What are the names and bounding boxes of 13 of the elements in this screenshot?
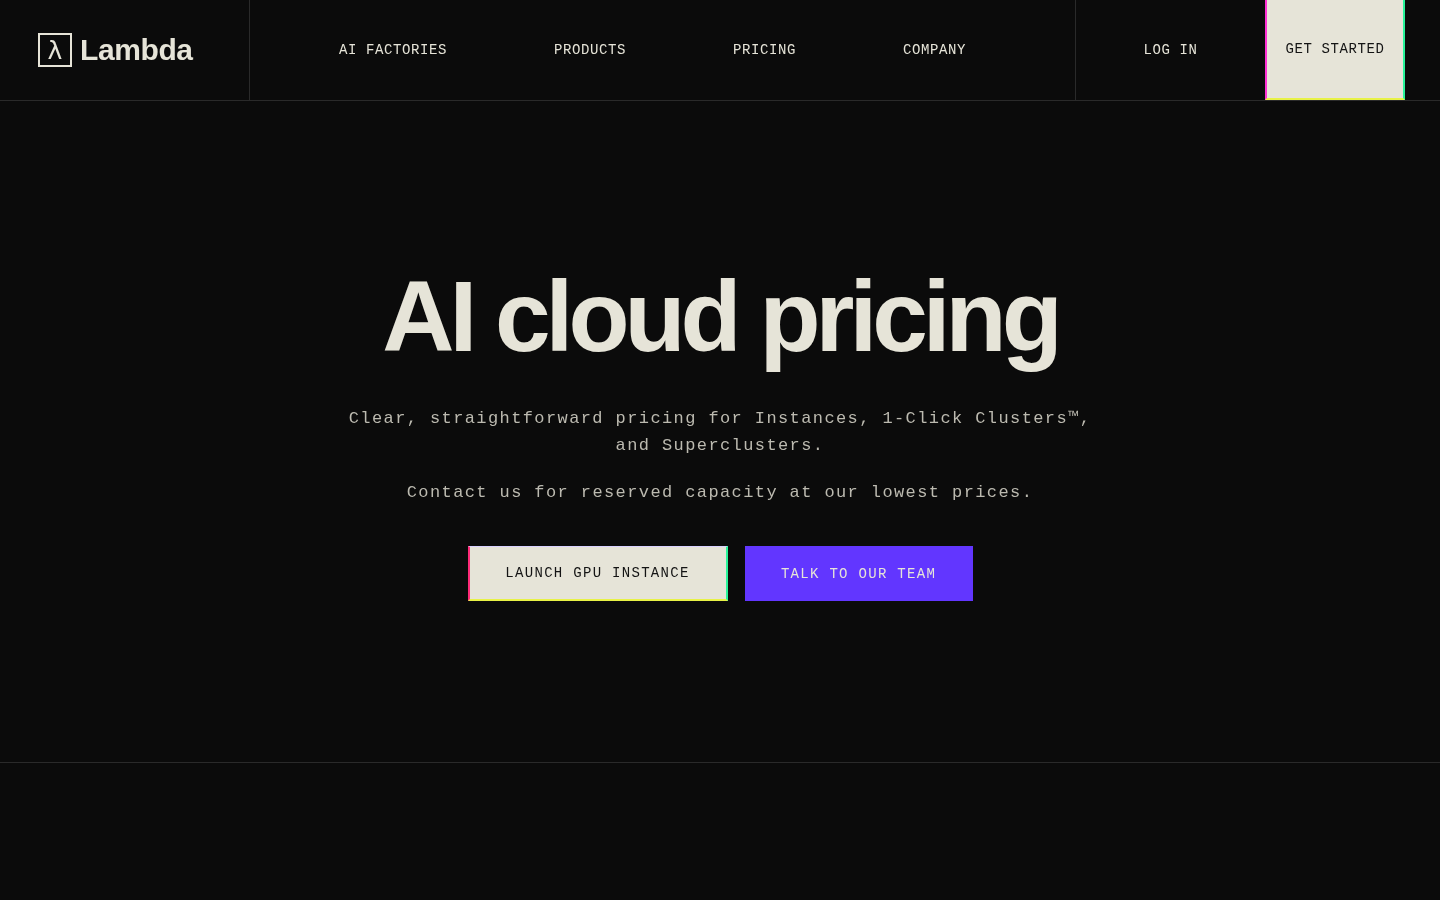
talk-to-team-button[interactable]: TALK TO OUR TEAM <box>744 546 973 601</box>
logo-mark[interactable]: λ <box>38 33 72 67</box>
nav-link[interactable]: COMPANY <box>903 42 967 58</box>
log-in-link[interactable]: LOG IN <box>1143 42 1198 58</box>
nav-link[interactable]: PRODUCTS <box>554 42 627 58</box>
subtitle-text: Clear, straightforward pricing for Instances, 1-Click Clusters™, and Superclusters. <box>347 408 1093 457</box>
logo-wordmark[interactable]: Lambda <box>80 33 193 67</box>
nav-link[interactable]: PRICING <box>733 42 797 58</box>
page-heading: AI cloud pricing <box>382 261 1058 371</box>
get-started-button[interactable]: GET STARTED <box>1265 0 1405 100</box>
nav-link[interactable]: AI FACTORIES <box>339 42 448 58</box>
launch-instance-button[interactable]: LAUNCH GPU INSTANCE <box>467 546 728 601</box>
contact-note-text: Contact us for reserved capacity at our lowest prices. <box>406 482 1034 504</box>
